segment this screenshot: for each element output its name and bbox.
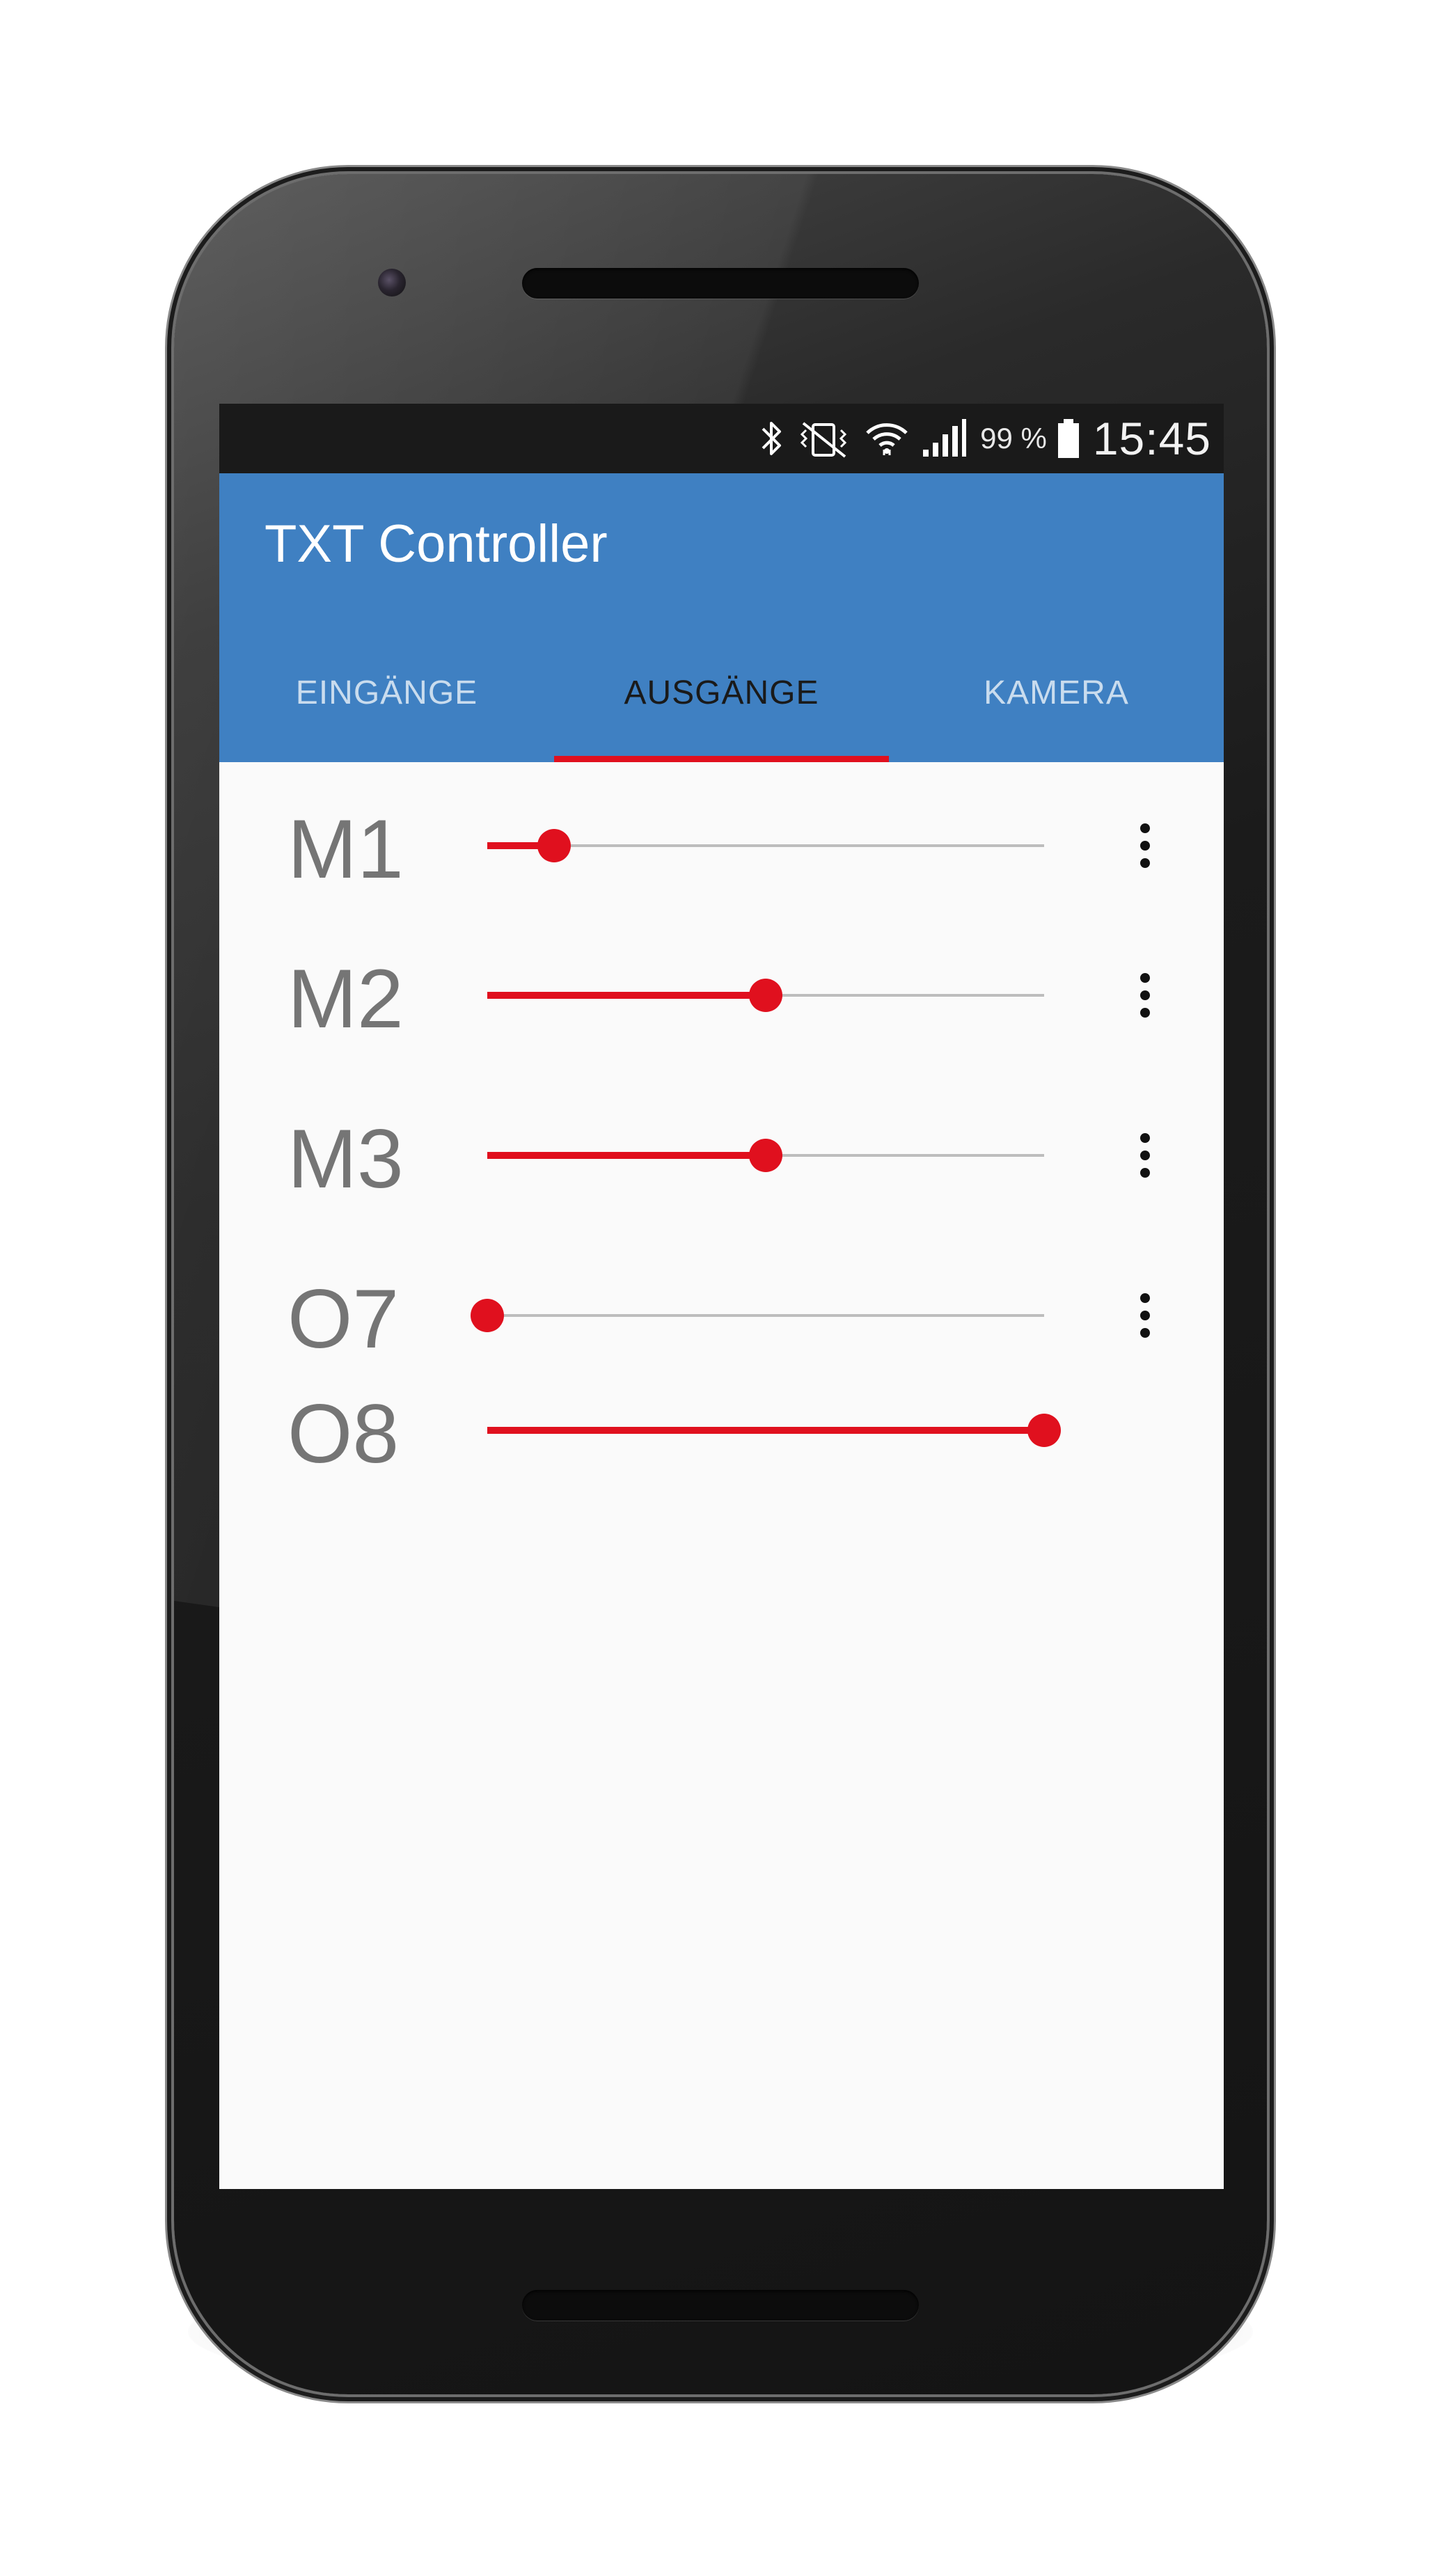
tab-eingaenge[interactable]: EINGÄNGE — [219, 630, 554, 762]
output-row-o8: O8 — [219, 1347, 1224, 1486]
output-row-m1: M1 — [219, 762, 1224, 901]
slider-fill — [487, 1427, 1044, 1434]
device-mockup: 99 % 15:45 TXT Controller EINGÄNGE AUSGÄ… — [0, 0, 1443, 2576]
battery-icon — [1057, 419, 1079, 458]
output-row-m3: M3 — [219, 1072, 1224, 1211]
screen: 99 % 15:45 TXT Controller EINGÄNGE AUSGÄ… — [219, 404, 1224, 2189]
status-icons: 99 % 15:45 — [760, 404, 1211, 473]
slider-thumb[interactable] — [749, 979, 782, 1012]
battery-percentage: 99 % — [980, 422, 1047, 455]
tab-ausgaenge[interactable]: AUSGÄNGE — [554, 630, 889, 762]
front-camera — [378, 269, 406, 297]
status-time: 15:45 — [1092, 413, 1211, 464]
status-bar: 99 % 15:45 — [219, 404, 1224, 473]
slider-track — [487, 1314, 1044, 1317]
output-label: M3 — [287, 1112, 404, 1206]
output-slider-o7[interactable] — [471, 1295, 1044, 1336]
bluetooth-icon — [762, 422, 782, 455]
output-slider-m1[interactable] — [487, 825, 1044, 867]
more-vert-icon[interactable] — [1124, 961, 1166, 1030]
phone-frame: 99 % 15:45 TXT Controller EINGÄNGE AUSGÄ… — [174, 174, 1267, 2394]
top-speaker — [522, 268, 919, 299]
tab-label: AUSGÄNGE — [624, 674, 819, 711]
tab-kamera[interactable]: KAMERA — [889, 630, 1224, 762]
output-row-m2: M2 — [219, 912, 1224, 1051]
output-label: M2 — [287, 952, 404, 1045]
slider-thumb[interactable] — [471, 1299, 504, 1332]
more-vert-icon[interactable] — [1124, 811, 1166, 880]
more-vert-icon[interactable] — [1124, 1281, 1166, 1350]
output-slider-m2[interactable] — [487, 974, 1044, 1016]
active-tab-indicator — [554, 756, 889, 762]
output-label: O8 — [287, 1387, 400, 1480]
tab-label: KAMERA — [984, 674, 1129, 711]
more-vert-icon[interactable] — [1124, 1121, 1166, 1190]
output-slider-o8[interactable] — [487, 1409, 1061, 1451]
output-label: M1 — [287, 803, 404, 896]
app-title: TXT Controller — [265, 514, 608, 574]
slider-thumb[interactable] — [749, 1139, 782, 1172]
wifi-icon — [866, 423, 908, 455]
tab-bar: EINGÄNGE AUSGÄNGE KAMERA — [219, 630, 1224, 762]
vibrate-mute-icon — [800, 422, 847, 458]
app-bar: TXT Controller EINGÄNGE AUSGÄNGE KAMERA — [219, 473, 1224, 762]
signal-icon — [923, 419, 967, 457]
slider-thumb[interactable] — [537, 829, 571, 862]
outputs-list: M1 M2 M3 O7 O8 — [219, 762, 1224, 2189]
slider-fill — [487, 992, 766, 999]
slider-fill — [487, 1152, 766, 1159]
slider-thumb[interactable] — [1027, 1414, 1061, 1447]
output-slider-m3[interactable] — [487, 1135, 1044, 1176]
tab-label: EINGÄNGE — [295, 674, 478, 711]
slider-track — [487, 844, 1044, 847]
bottom-speaker — [522, 2290, 919, 2321]
